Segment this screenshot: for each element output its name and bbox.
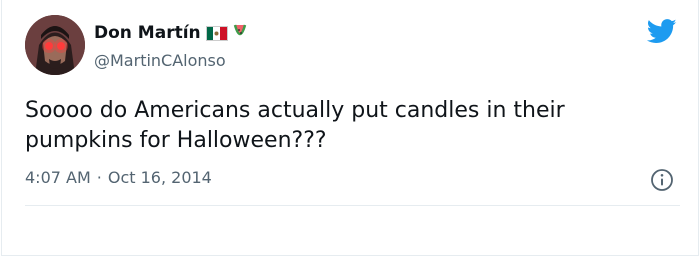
tweet-time[interactable]: 4:07 AM [25, 168, 91, 187]
watermelon-icon [231, 23, 249, 43]
avatar[interactable] [25, 15, 85, 75]
divider [25, 205, 680, 206]
mexico-flag-icon [205, 25, 228, 41]
author-name-row[interactable]: Don Martín [94, 23, 249, 43]
tweet-date[interactable]: Oct 16, 2014 [108, 168, 212, 187]
twitter-bird-icon[interactable] [646, 19, 677, 44]
tweet-timestamp[interactable]: 4:07 AM · Oct 16, 2014 [25, 168, 212, 187]
tweet-card: Don Martín @MartinCAlonso Soooo do Ameri… [1, 0, 699, 256]
author-display-name[interactable]: Don Martín [94, 23, 201, 43]
author-handle[interactable]: @MartinCAlonso [94, 51, 226, 70]
info-icon[interactable] [649, 167, 675, 193]
tweet-text: Soooo do Americans actually put candles … [25, 98, 565, 153]
timestamp-separator: · [96, 168, 102, 187]
